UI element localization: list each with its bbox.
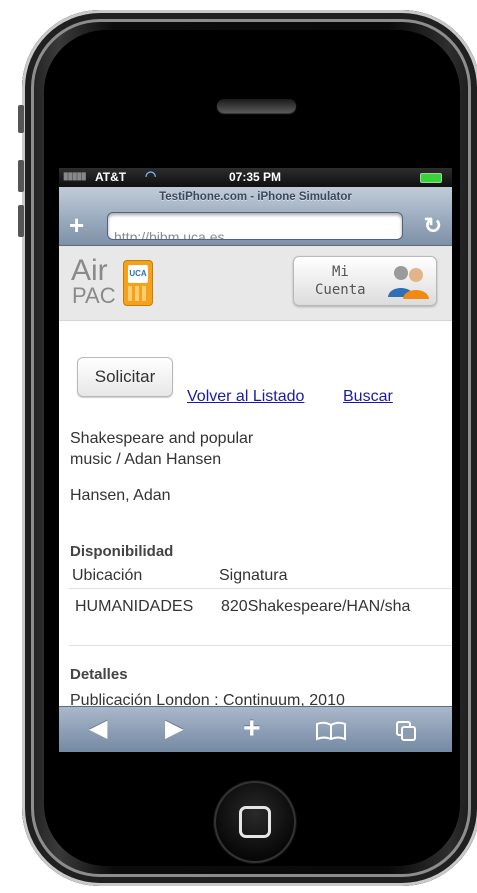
battery-icon (420, 173, 442, 183)
mobile-phone-icon: UCA (123, 260, 153, 306)
request-button[interactable]: Solicitar (77, 357, 173, 397)
details-heading: Detalles (70, 666, 128, 683)
volume-up-button (18, 160, 24, 192)
forward-arrow-icon[interactable]: ▶ (165, 713, 183, 745)
location-column-header: Ubicación (72, 567, 143, 584)
app-header: Air PAC UCA Mi Cuenta (59, 246, 452, 321)
volume-down-button (18, 205, 24, 237)
browser-title: TestiPhone.com - iPhone Simulator (59, 187, 452, 207)
carrier-label: AT&T (95, 170, 127, 184)
availability-heading: Disponibilidad (70, 543, 174, 560)
section-divider (69, 645, 452, 646)
table-divider (69, 588, 452, 589)
mute-switch (18, 105, 24, 133)
callnumber-column-header: Signatura (219, 567, 288, 584)
pages-icon[interactable] (395, 720, 417, 742)
earpiece-speaker (217, 99, 296, 113)
back-to-list-link[interactable]: Volver al Listado (187, 388, 304, 406)
account-label-line2: Cuenta (315, 282, 366, 298)
address-bar: + http://bibm.uca.es ↻ (59, 207, 452, 246)
users-icon (388, 266, 429, 299)
home-square-icon (239, 806, 271, 838)
record-author: Hansen, Adan (70, 487, 171, 504)
logo-text-air: Air (71, 254, 108, 287)
url-input[interactable]: http://bibm.uca.es (107, 212, 403, 240)
logo-text-pac: PAC (72, 283, 116, 308)
add-icon[interactable]: + (243, 713, 261, 745)
my-account-button[interactable]: Mi Cuenta (293, 256, 437, 306)
record-title-line1: Shakespeare and popular (70, 430, 254, 447)
reload-icon[interactable]: ↻ (424, 213, 442, 239)
home-button[interactable] (214, 781, 296, 863)
phone-screen: ▮▮▮▮▮ AT&T ◠ 07:35 PM TestiPhone.com - i… (59, 168, 452, 752)
search-link[interactable]: Buscar (343, 388, 393, 406)
add-bookmark-icon[interactable]: + (69, 211, 84, 239)
browser-toolbar: ◀ ▶ + (59, 706, 452, 752)
holding-location: HUMANIDADES (75, 598, 194, 615)
wifi-icon: ◠ (145, 168, 157, 183)
status-bar: ▮▮▮▮▮ AT&T ◠ 07:35 PM (59, 168, 452, 187)
keypad-graphic (128, 286, 148, 301)
record-title-line2: music / Adan Hansen (70, 451, 222, 468)
holding-callnumber: 820Shakespeare/HAN/sha (221, 598, 411, 615)
clock: 07:35 PM (229, 170, 282, 184)
logo-badge: UCA (128, 265, 148, 283)
back-arrow-icon[interactable]: ◀ (89, 713, 107, 745)
airpac-logo[interactable]: Air PAC UCA (71, 256, 161, 312)
account-label-line1: Mi (332, 264, 349, 280)
signal-icon: ▮▮▮▮▮ (63, 171, 86, 182)
bookmarks-book-icon[interactable] (315, 721, 347, 741)
